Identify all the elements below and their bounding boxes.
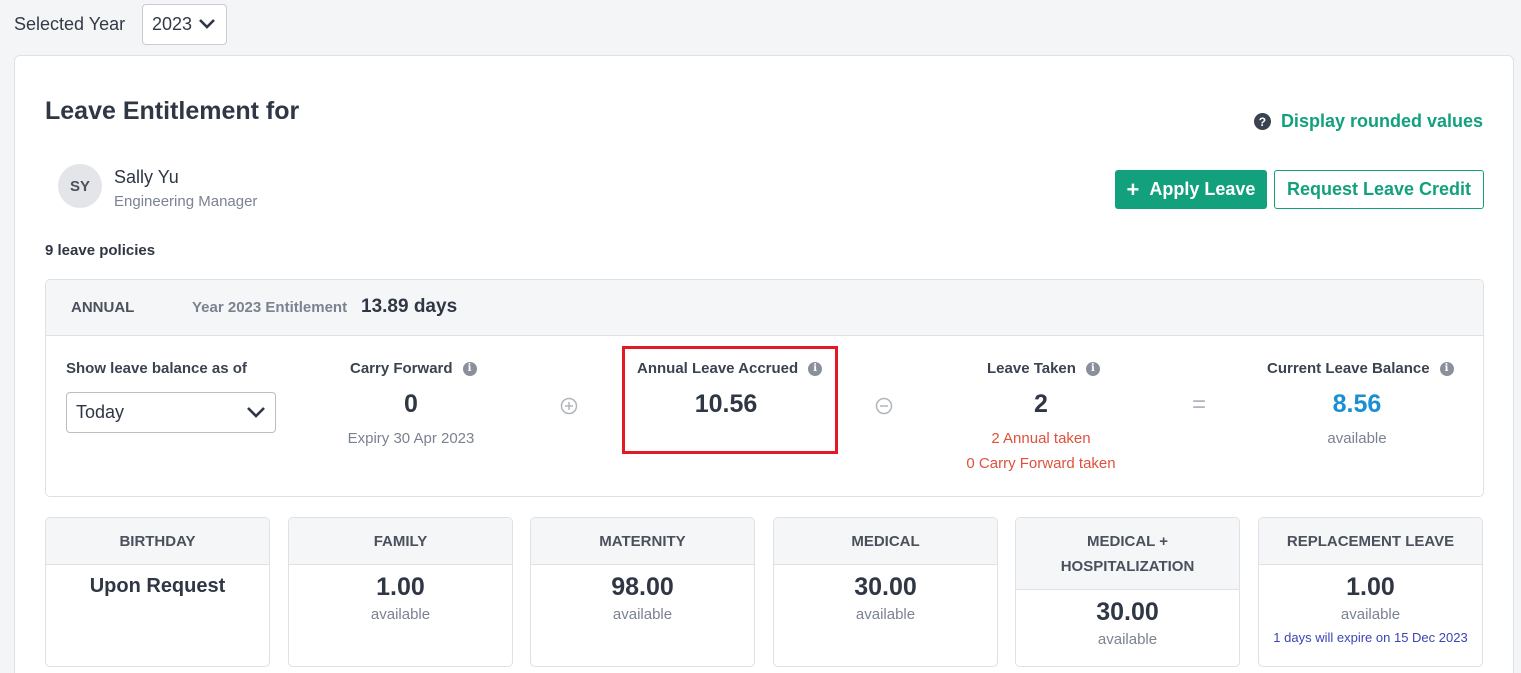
apply-leave-button[interactable]: + Apply Leave (1115, 170, 1267, 209)
request-leave-credit-button[interactable]: Request Leave Credit (1274, 170, 1484, 209)
policies-count: 9 leave policies (45, 242, 156, 259)
leave-entitlement-card: Leave Entitlement for ? Display rounded … (14, 55, 1514, 673)
current-balance-value: 8.56 (1332, 390, 1382, 418)
policy-name: REPLACEMENT LEAVE (1259, 518, 1482, 565)
leave-taken-text: Leave Taken (987, 360, 1076, 377)
policy-name: MEDICAL (774, 518, 997, 565)
user-role: Engineering Manager (114, 193, 258, 210)
carry-forward-label: Carry Forward i (350, 360, 477, 377)
chevron-down-icon (199, 19, 215, 29)
selected-year-label: Selected Year (14, 14, 126, 34)
current-balance-text: Current Leave Balance (1267, 360, 1430, 377)
annual-taken-detail: 2 Annual taken (991, 430, 1091, 447)
annual-leave-header: ANNUAL Year 2023 Entitlement 13.89 days (46, 280, 1483, 336)
policy-expiry-note: 1 days will expire on 15 Dec 2023 (1273, 630, 1468, 645)
highlight-box (622, 346, 838, 454)
policy-name: FAMILY (289, 518, 512, 565)
policy-value: 30.00 (1096, 598, 1159, 626)
carry-forward-expiry: Expiry 30 Apr 2023 (347, 430, 475, 447)
question-icon: ? (1253, 113, 1271, 130)
info-icon[interactable]: i (1439, 361, 1454, 376)
display-rounded-values-link[interactable]: ? Display rounded values (1253, 111, 1483, 132)
year-selector-bar: Selected Year 2023 (14, 4, 227, 45)
page-title: Leave Entitlement for (45, 97, 300, 125)
policy-name: MEDICAL + HOSPITALIZATION (1016, 518, 1239, 590)
policy-sub: available (1340, 606, 1401, 623)
policy-value: 98.00 (611, 573, 674, 601)
leave-type: ANNUAL (71, 299, 135, 316)
current-balance-sub: available (1327, 430, 1387, 447)
policy-sub: available (855, 606, 916, 623)
policy-name: MATERNITY (531, 518, 754, 565)
minus-circle-icon (875, 397, 893, 415)
entitlement-value: 13.89 days (361, 296, 458, 317)
year-select[interactable]: 2023 (142, 4, 227, 45)
leave-taken-value: 2 (1034, 390, 1048, 418)
leave-taken-label: Leave Taken i (987, 360, 1100, 377)
plus-circle-icon (560, 397, 578, 415)
carry-forward-taken-detail: 0 Carry Forward taken (966, 455, 1116, 472)
policy-sub: available (612, 606, 673, 623)
annual-leave-panel: ANNUAL Year 2023 Entitlement 13.89 days … (45, 279, 1484, 497)
balance-as-of-label: Show leave balance as of (66, 360, 247, 377)
avatar: SY (58, 164, 102, 208)
info-icon[interactable]: i (462, 361, 477, 376)
plus-icon: + (1126, 176, 1140, 202)
chevron-down-icon (247, 407, 265, 418)
policy-value: 1.00 (376, 573, 425, 601)
policy-value: 1.00 (1346, 573, 1395, 601)
policy-sub: available (1097, 631, 1158, 648)
policy-sub: available (370, 606, 431, 623)
display-rounded-values-label: Display rounded values (1280, 111, 1483, 131)
policy-card-maternity[interactable]: MATERNITY 98.00 available (530, 517, 755, 667)
balance-as-of-value: Today (76, 402, 125, 422)
carry-forward-value: 0 (404, 390, 418, 418)
balance-as-of-text: Show leave balance as of (66, 360, 247, 377)
policy-card-birthday[interactable]: BIRTHDAY Upon Request (45, 517, 270, 667)
apply-leave-label: Apply Leave (1149, 179, 1256, 199)
policy-value: 30.00 (854, 573, 917, 601)
current-balance-label: Current Leave Balance i (1267, 360, 1454, 377)
equals-sign: = (1192, 391, 1207, 418)
entitlement-label: Year 2023 Entitlement (192, 299, 348, 316)
policy-card-medical[interactable]: MEDICAL 30.00 available (773, 517, 998, 667)
carry-forward-text: Carry Forward (350, 360, 453, 377)
year-select-value: 2023 (152, 14, 193, 34)
balance-as-of-select[interactable]: Today (66, 392, 276, 433)
policy-name: BIRTHDAY (46, 518, 269, 565)
policy-value: Upon Request (89, 575, 226, 597)
policy-card-replacement-leave[interactable]: REPLACEMENT LEAVE 1.00 available 1 days … (1258, 517, 1483, 667)
info-icon[interactable]: i (1085, 361, 1100, 376)
policy-card-medical-hospitalization[interactable]: MEDICAL + HOSPITALIZATION 30.00 availabl… (1015, 517, 1240, 667)
user-name: Sally Yu (114, 167, 179, 187)
policy-card-family[interactable]: FAMILY 1.00 available (288, 517, 513, 667)
